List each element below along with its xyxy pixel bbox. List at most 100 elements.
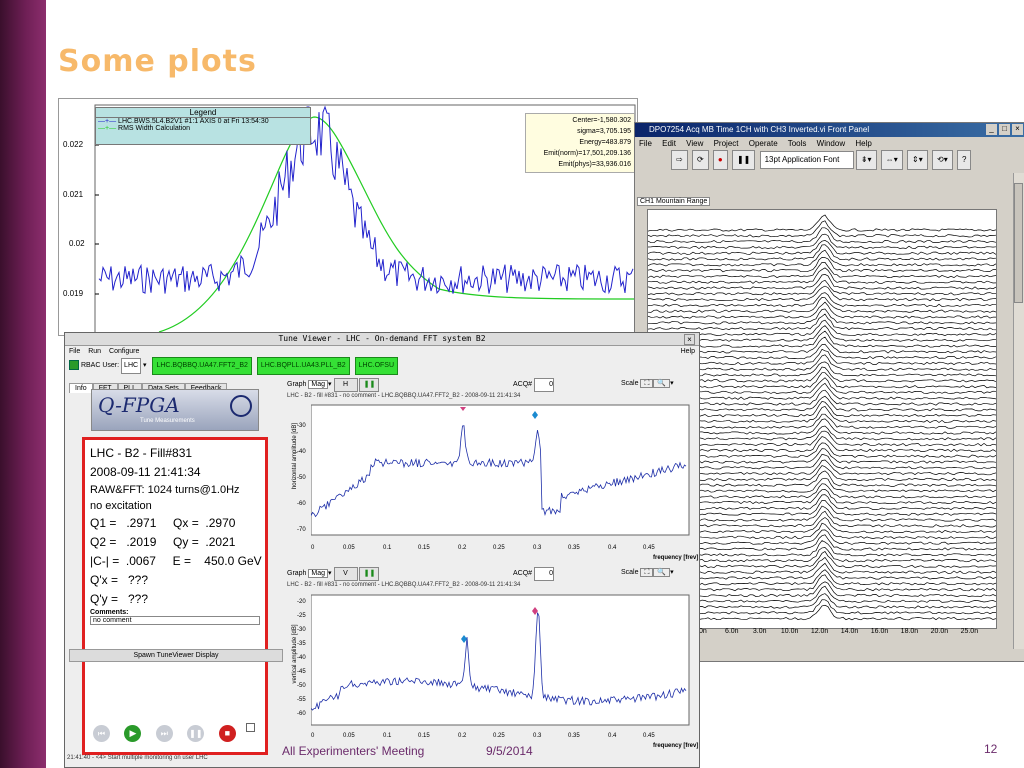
resize-icon[interactable]: ⇕▾ (907, 150, 928, 170)
option-checkbox[interactable] (246, 723, 256, 732)
logo-subtitle: Tune Measurements (140, 418, 195, 424)
scroll-thumb[interactable] (1014, 183, 1023, 303)
acq-v-label: ACQ# (513, 570, 533, 577)
play-v-button[interactable]: ❚❚ (359, 567, 380, 581)
v-ytick: -45 (297, 669, 306, 675)
lv-xtick: 10.0n (780, 628, 799, 635)
menu-edit[interactable]: Edit (662, 139, 676, 148)
bws-ytick: 0.022 (63, 140, 84, 149)
acq-v-input[interactable]: 0 (534, 567, 555, 581)
menu-operate[interactable]: Operate (749, 139, 778, 148)
menu-window[interactable]: Window (817, 139, 845, 148)
menu-tools[interactable]: Tools (788, 139, 807, 148)
graph-h-mode-dropdown[interactable]: ▾ (328, 381, 332, 388)
legend-marker-blue: —+— (98, 118, 119, 125)
plane-v-button[interactable]: V (333, 567, 358, 581)
info-qprime-y: Q'y = ??? (90, 592, 148, 606)
rbac-label: RBAC (80, 362, 101, 369)
labview-vscrollbar[interactable] (1013, 173, 1024, 649)
spawn-display-button[interactable]: Spawn TuneViewer Display (69, 649, 283, 662)
graph-h-toolbar: Graph Mag ▾ H ❚❚ ACQ# 0 Scale ⛶ 🔍 ▾ (287, 378, 697, 392)
legend-series-1: LHC.BWS.5L4.B2V1 #1:1 AXIS 0 at Fri 13:5… (118, 118, 269, 125)
legend-series-2: RMS Width Calculation (118, 125, 191, 132)
graph-v-xlabel: frequency [frev] (653, 743, 699, 749)
labview-toolbar: ⇨ ⟳ ● ❚❚ 13pt Application Font ⇟▾ ⇔▾ ⇕▾ … (635, 150, 1024, 170)
info-qprime-x: Q'x = ??? (90, 573, 148, 587)
menu-help[interactable]: Help (855, 139, 871, 148)
window-min-button[interactable]: _ (986, 124, 997, 135)
scale-h-zoom-icon[interactable]: 🔍 (653, 379, 671, 388)
abort-icon[interactable]: ● (712, 150, 728, 170)
info-datetime: 2008-09-11 21:41:34 (90, 465, 201, 479)
v-xtick: 0.05 (343, 733, 355, 739)
v-xtick: 0.3 (533, 733, 542, 739)
tv-status-bar: 21:41:40 - <4> Start multiple monitoring… (67, 755, 208, 761)
scale-h-label: Scale (621, 380, 639, 387)
menu-view[interactable]: View (686, 139, 703, 148)
mountain-trace (647, 483, 997, 499)
user-label: User: (102, 362, 120, 369)
lv-xtick: 3.0n (752, 628, 767, 635)
bws-ytick: 0.02 (69, 239, 85, 248)
align-icon[interactable]: ⇟▾ (855, 150, 877, 170)
stat-center: Center=-1,580.302 (572, 117, 631, 124)
graph-v-toolbar: Graph Mag ▾ V ❚❚ ACQ# 0 Scale ⛶ 🔍 ▾ (287, 567, 697, 581)
window-max-button[interactable]: □ (999, 124, 1010, 135)
reorder-icon[interactable]: ⟲▾ (931, 150, 953, 170)
scale-h-fit-icon[interactable]: ⛶ (640, 379, 654, 388)
playback-controls: ⏮ ▶ ⏭ ❚❚ ■ (93, 723, 256, 742)
h-xtick: 0 (311, 545, 315, 551)
pause-icon[interactable]: ❚❚ (731, 150, 756, 170)
graph-v-svg (311, 594, 690, 726)
tab-info[interactable]: Info (69, 383, 93, 393)
tv-menu-help[interactable]: Help (681, 346, 695, 357)
device-pll-button[interactable]: LHC.BQPLL.UA43.PLL_B2 (256, 357, 350, 375)
pause-icon[interactable]: ❚❚ (187, 725, 205, 742)
graph-v-mode-dropdown[interactable]: ▾ (328, 570, 332, 577)
menu-file[interactable]: File (639, 139, 652, 148)
scale-v-fit-icon[interactable]: ⛶ (640, 568, 654, 577)
menu-project[interactable]: Project (714, 139, 739, 148)
h-xtick: 0.1 (383, 545, 392, 551)
play-h-button[interactable]: ❚❚ (359, 378, 380, 392)
window-close-button[interactable]: × (1012, 124, 1023, 135)
skip-back-icon[interactable]: ⏮ (93, 725, 110, 742)
run-continuous-icon[interactable]: ⟳ (691, 150, 709, 170)
tv-menu-run[interactable]: Run (88, 348, 101, 355)
acq-h-input[interactable]: 0 (534, 378, 555, 392)
graph-h-mode-select[interactable]: Mag (308, 380, 329, 389)
legend-title: Legend (96, 108, 310, 118)
h-ytick: -70 (297, 527, 306, 533)
tv-menu-file[interactable]: File (69, 348, 80, 355)
device-bbq-button[interactable]: LHC.BQBBQ.UA47.FFT2_B2 (152, 357, 252, 375)
h-ytick: -50 (297, 475, 306, 481)
plane-h-button[interactable]: H (333, 378, 358, 392)
user-select[interactable]: LHC (121, 358, 142, 374)
h-xtick: 0.05 (343, 545, 355, 551)
rbac-icon[interactable] (69, 360, 79, 371)
graph-h-svg (311, 404, 690, 536)
v-ytick: -20 (297, 599, 306, 605)
tv-menu-configure[interactable]: Configure (109, 348, 139, 355)
step-icon[interactable]: ⏭ (155, 725, 173, 742)
tv-close-button[interactable]: × (684, 334, 695, 345)
labview-menu-bar: File Edit View Project Operate Tools Win… (635, 137, 1024, 150)
font-selector[interactable]: 13pt Application Font (759, 151, 854, 169)
graph-v-mode-select[interactable]: Mag (308, 569, 329, 578)
distribute-icon[interactable]: ⇔▾ (880, 150, 903, 170)
lv-xtick: 16.0n (870, 628, 889, 635)
graph-h-yticks: -30 -40 -50 -60 -70 (297, 401, 311, 541)
scale-h-dropdown[interactable]: ▾ (670, 380, 674, 387)
help-icon[interactable]: ? (956, 150, 972, 170)
tv-toolbar: RBAC User: LHC ▾ LHC.BQBBQ.UA47.FFT2_B2 … (65, 357, 699, 375)
stop-icon[interactable]: ■ (218, 725, 236, 742)
tv-title: Tune Viewer - LHC - On-demand FFT system… (278, 334, 486, 343)
comments-input[interactable]: no comment (90, 616, 260, 625)
h-xtick: 0.4 (608, 545, 617, 551)
scale-v-dropdown[interactable]: ▾ (670, 569, 674, 576)
run-arrow-icon[interactable]: ⇨ (671, 150, 688, 170)
play-icon[interactable]: ▶ (124, 725, 142, 742)
scale-v-zoom-icon[interactable]: 🔍 (653, 568, 671, 577)
user-dropdown-icon[interactable]: ▾ (143, 362, 147, 369)
device-ofsu-button[interactable]: LHC.OFSU (354, 357, 399, 375)
